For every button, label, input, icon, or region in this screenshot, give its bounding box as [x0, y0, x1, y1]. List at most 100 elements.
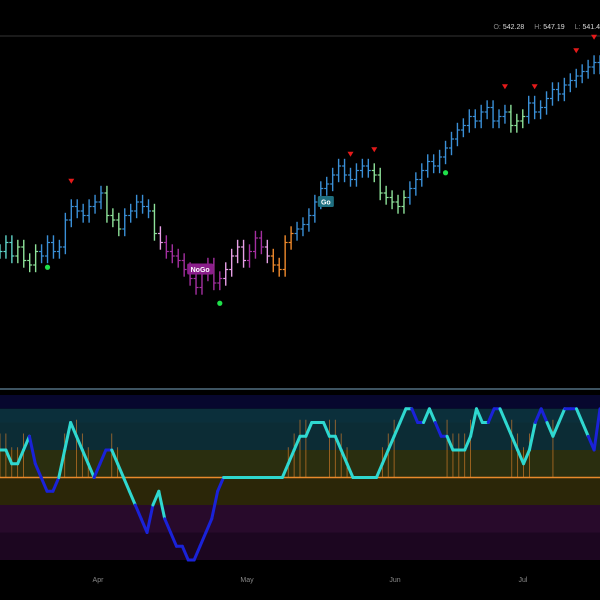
price-bar [300, 217, 306, 237]
down-signal-icon [501, 84, 508, 90]
high-value: 547.19 [543, 24, 565, 31]
x-tick-label: May [240, 577, 254, 584]
price-bar [347, 167, 353, 187]
price-bar [92, 194, 98, 214]
up-signal-icon [217, 300, 223, 306]
price-bar [128, 203, 134, 223]
price-bar [431, 154, 437, 174]
price-bar [223, 262, 229, 286]
low-label: L: [574, 24, 581, 31]
price-bar [437, 149, 443, 174]
price-bar [555, 82, 561, 102]
price-bar [104, 185, 110, 223]
price-bar [579, 64, 585, 84]
price-bar [86, 199, 92, 223]
oscillator-band [0, 505, 600, 533]
price-bar [68, 199, 74, 228]
price-bar [407, 181, 413, 205]
price-bar [110, 208, 116, 228]
price-bar [401, 190, 407, 214]
price-bar [538, 100, 544, 120]
price-bar [306, 208, 312, 232]
price-bar [258, 230, 264, 255]
price-bar [288, 226, 294, 250]
price-bar [193, 271, 199, 295]
signal-labels: NoGo Go [187, 196, 334, 275]
price-bar [276, 257, 282, 277]
price-bar [359, 158, 365, 178]
price-bar [585, 59, 591, 79]
price-bar [247, 244, 253, 268]
price-bar [342, 158, 348, 183]
signal-markers [44, 34, 598, 306]
down-signal-icon [68, 178, 75, 184]
price-bar [383, 185, 389, 205]
price-bar [472, 109, 478, 129]
price-bar [502, 104, 508, 124]
price-bar [395, 194, 401, 214]
price-bar [466, 109, 472, 133]
down-signal-icon [531, 84, 538, 90]
price-bar [146, 199, 152, 219]
price-bar [80, 203, 86, 223]
price-bar [252, 230, 258, 259]
ohlc-readout: O: 542.28 H: 547.19 L: 541.4 [485, 24, 600, 36]
oscillator-band [0, 532, 600, 560]
price-bar [371, 163, 377, 183]
price-bar [229, 248, 235, 277]
high-label: H: [534, 24, 542, 31]
down-signal-icon [371, 147, 378, 153]
price-bar [175, 248, 181, 268]
price-bar [389, 190, 395, 210]
chart-canvas: NoGo Go Apr May Jun Jul [0, 34, 600, 584]
price-bar [419, 163, 425, 187]
price-bar [282, 235, 288, 277]
price-bar [33, 244, 39, 273]
price-bar [264, 239, 270, 264]
price-bar [235, 239, 241, 264]
price-bar [443, 140, 449, 165]
price-bar [50, 235, 56, 259]
price-bar [561, 77, 567, 102]
down-signal-icon [573, 48, 580, 54]
price-bar [520, 109, 526, 129]
price-bar [549, 82, 555, 106]
go-label: Go [317, 196, 334, 207]
low-value: 541.4 [582, 24, 600, 31]
price-bar [140, 194, 146, 214]
up-signal-icon [44, 264, 51, 270]
price-bar [169, 244, 175, 264]
price-bar [39, 244, 45, 264]
price-bar [98, 185, 104, 210]
nogo-label: NoGo [187, 263, 214, 275]
price-bar [544, 91, 550, 115]
price-bar [312, 194, 318, 223]
price-bar [163, 235, 169, 259]
price-bar [484, 100, 490, 120]
oscillator-band [0, 395, 600, 409]
price-bar [151, 203, 157, 241]
price-bar [3, 235, 9, 259]
svg-text:Go: Go [321, 200, 331, 207]
price-bar [27, 253, 33, 273]
price-bar [526, 95, 532, 124]
price-bar [377, 167, 383, 201]
price-bar [365, 158, 371, 178]
price-bar [496, 109, 502, 129]
price-bar [122, 208, 128, 237]
open-value: 542.28 [502, 24, 525, 31]
price-bar [532, 95, 538, 120]
x-axis: Apr May Jun Jul [93, 577, 528, 584]
price-bars [0, 55, 600, 295]
price-bar [157, 226, 163, 250]
price-bar [21, 239, 27, 268]
price-bar [460, 118, 466, 138]
price-bar [62, 212, 68, 255]
price-bar [508, 104, 514, 133]
price-bar [353, 163, 359, 187]
price-bar [336, 158, 342, 183]
price-bar [9, 235, 15, 264]
price-bar [425, 154, 431, 178]
price-bar [134, 194, 140, 219]
price-bar [413, 172, 419, 196]
